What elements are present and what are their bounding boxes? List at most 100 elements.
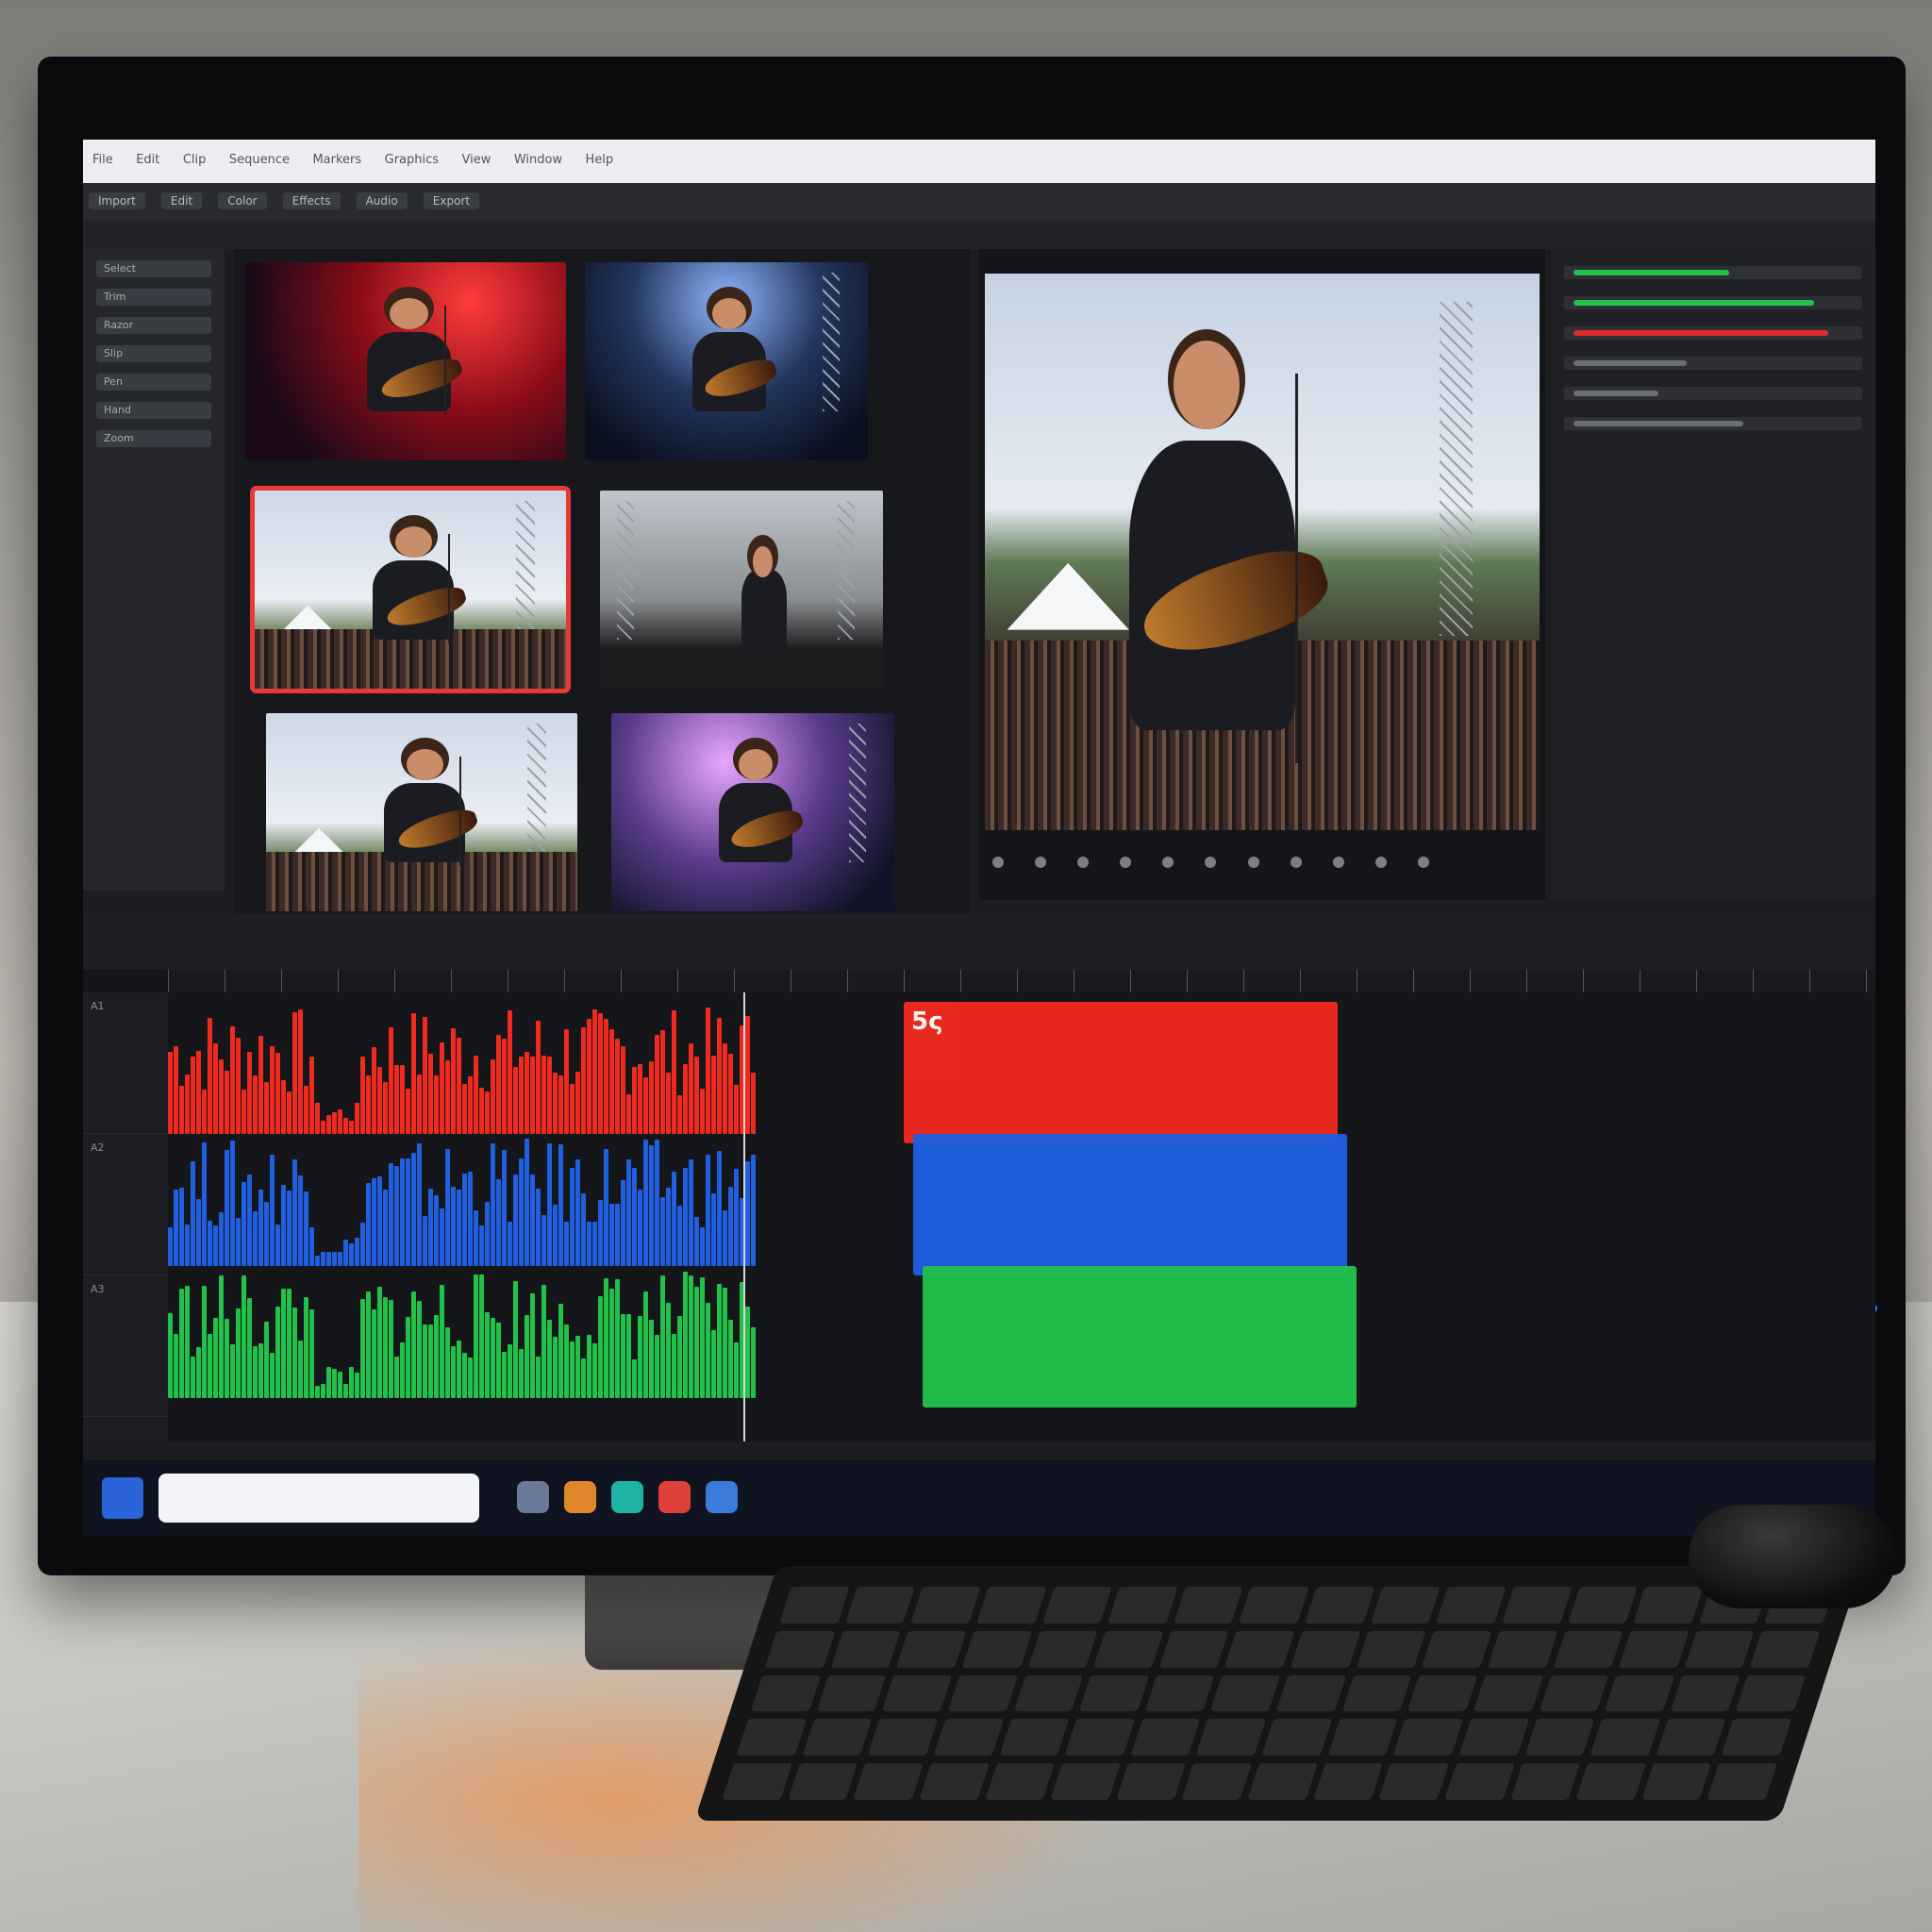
workspace-edit[interactable]: Edit [160,192,203,209]
fast-forward-icon[interactable] [1162,857,1174,868]
go-to-start-icon[interactable] [992,857,1004,868]
inspector-row[interactable] [1564,266,1862,279]
waveform-bar [445,1060,450,1134]
track-header[interactable]: A2 [83,1134,168,1275]
workspace-effects[interactable]: Effects [282,192,341,209]
tool-select[interactable]: Select [96,260,211,277]
files-icon[interactable] [564,1481,596,1513]
waveform-bar [315,1256,320,1266]
workspace-import[interactable]: Import [89,192,145,209]
waveform-bar [332,1369,337,1398]
media-thumbnail-selected[interactable] [250,486,571,693]
waveform-bar [298,1175,303,1266]
media-thumbnail[interactable] [611,713,894,911]
tool-pen[interactable]: Pen [96,374,211,391]
menu-markers[interactable]: Markers [312,153,361,167]
keyboard-key [1275,1674,1346,1712]
waveform [168,1002,756,1143]
waveform-bar [745,1307,750,1398]
step-back-icon[interactable] [1035,857,1047,868]
browser-icon[interactable] [611,1481,643,1513]
settings-icon[interactable] [706,1481,738,1513]
keyboard-key [1050,1763,1121,1800]
waveform-bar [423,1017,427,1134]
waveform-bar [202,1142,207,1266]
menu-clip[interactable]: Clip [183,153,207,167]
waveform-bar [281,1185,286,1266]
keyboard-key [1436,1587,1507,1624]
workspace-audio[interactable]: Audio [356,192,408,209]
tool-trim[interactable]: Trim [96,289,211,306]
tool-hand[interactable]: Hand [96,402,211,419]
waveform-bar [643,1077,648,1134]
inspector-row[interactable] [1564,326,1862,340]
workspace-export[interactable]: Export [423,192,480,209]
inspector-row[interactable] [1564,296,1862,309]
tool-slip[interactable]: Slip [96,345,211,362]
screen: File Edit Clip Sequence Markers Graphics… [83,140,1875,1536]
folder-icon[interactable] [517,1481,549,1513]
waveform-bar [174,1334,178,1398]
play-icon[interactable] [1120,857,1132,868]
keyboard-key [787,1763,858,1800]
waveform-bar [502,1150,507,1266]
timeline-tracks[interactable]: 5ς [168,992,1875,1441]
step-forward-icon[interactable] [1205,857,1217,868]
waveform-bar [683,1272,688,1398]
track-header[interactable]: A1 [83,992,168,1134]
waveform-bar [321,1252,325,1266]
waveform-bar [689,1043,693,1134]
inspector-row[interactable] [1564,417,1862,430]
loop-icon[interactable] [1290,857,1302,868]
tool-razor[interactable]: Razor [96,317,211,334]
media-thumbnail[interactable] [266,713,577,911]
keyboard-key [722,1763,792,1800]
media-thumbnail[interactable] [600,491,883,689]
waveform-bar [649,1061,654,1134]
waveform-bar [179,1086,184,1134]
waveform-bar [598,1296,603,1398]
menu-help[interactable]: Help [586,153,614,167]
audio-clip[interactable]: 5ς [904,1002,1338,1143]
go-to-end-icon[interactable] [1247,857,1259,868]
inspector-row[interactable] [1564,387,1862,400]
audio-clip[interactable] [913,1134,1347,1275]
waveform-bar [287,1191,291,1266]
menu-file[interactable]: File [92,153,113,167]
track-header[interactable]: A3 [83,1275,168,1417]
menu-view[interactable]: View [462,153,491,167]
taskbar-search-input[interactable] [158,1474,479,1523]
waveform-bar [275,1053,280,1134]
playhead[interactable] [743,992,745,1441]
track-headers: A1 A2 A3 [83,992,168,1441]
inspector-row[interactable] [1564,357,1862,370]
waveform-bar [734,1085,739,1134]
export-frame-icon[interactable] [1417,857,1429,868]
menu-sequence[interactable]: Sequence [229,153,290,167]
menu-edit[interactable]: Edit [136,153,159,167]
waveform-bar [196,1199,201,1266]
menu-graphics[interactable]: Graphics [385,153,439,167]
waveform-bar [553,1073,558,1134]
program-monitor-view[interactable] [985,274,1540,830]
record-icon[interactable] [658,1481,691,1513]
media-thumbnail[interactable] [585,262,868,460]
waveform-bar [400,1065,405,1134]
mark-in-icon[interactable] [1332,857,1344,868]
media-thumbnail[interactable] [245,262,566,460]
timeline-ruler[interactable] [168,970,1875,992]
audio-clip[interactable] [923,1266,1357,1407]
mark-out-icon[interactable] [1374,857,1387,868]
waveform-bar [575,1159,580,1266]
menu-window[interactable]: Window [514,153,562,167]
transport-controls [979,843,1545,881]
workspace-color[interactable]: Color [218,192,267,209]
waveform-bar [502,1352,507,1398]
waveform-bar [185,1074,190,1134]
waveform-bar [638,1190,642,1266]
start-menu-icon[interactable] [102,1477,143,1519]
waveform-bar [728,1320,733,1398]
rewind-icon[interactable] [1077,857,1090,868]
tool-zoom[interactable]: Zoom [96,430,211,447]
waveform-bar [592,1343,597,1398]
